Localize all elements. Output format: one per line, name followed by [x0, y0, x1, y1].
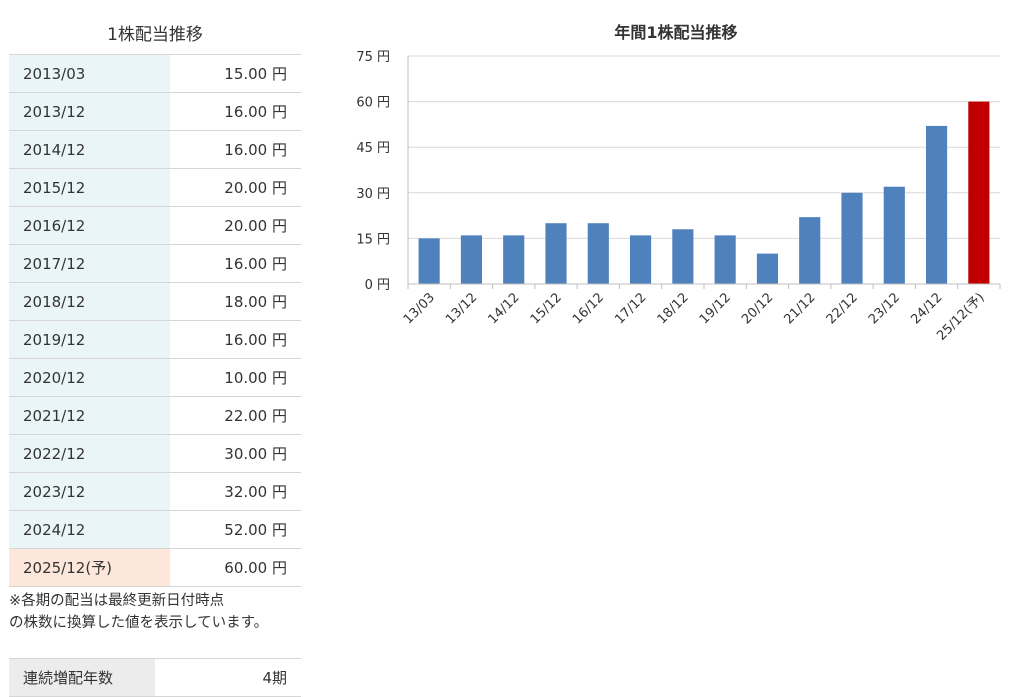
table-row: 2013/12 16.00 円 [9, 92, 301, 131]
table-row: 2023/12 32.00 円 [9, 472, 301, 511]
x-tick-label: 16/12 [570, 290, 607, 327]
bar [714, 235, 736, 284]
streak-row: 連続増配年数 4期 [9, 658, 301, 697]
x-tick-label: 13/12 [443, 290, 480, 327]
note-line-2: の株数に換算した値を表示しています。 [9, 615, 269, 631]
note-line-1: ※各期の配当は最終更新日付時点 [9, 593, 225, 609]
chart-title: 年間1株配当推移 [614, 23, 737, 42]
bar [883, 186, 905, 284]
streak-value: 4期 [155, 658, 301, 697]
streak-label: 連続増配年数 [9, 658, 155, 697]
amount-cell: 16.00 円 [170, 130, 301, 169]
amount-cell: 16.00 円 [170, 244, 301, 283]
amount-cell: 22.00 円 [170, 396, 301, 435]
period-cell: 2024/12 [9, 510, 170, 549]
amount-cell: 16.00 円 [170, 92, 301, 131]
table-row: 2017/12 16.00 円 [9, 244, 301, 283]
amount-cell: 10.00 円 [170, 358, 301, 397]
bar [968, 101, 990, 284]
bar [841, 192, 863, 284]
amount-cell: 20.00 円 [170, 168, 301, 207]
x-tick-label: 23/12 [866, 290, 903, 327]
period-cell: 2017/12 [9, 244, 170, 283]
bar [503, 235, 525, 284]
bar [587, 223, 609, 284]
table-row: 2024/12 52.00 円 [9, 510, 301, 549]
table-row: 2018/12 18.00 円 [9, 282, 301, 321]
chart-svg: 年間1株配当推移 0 円 15 円 30 円 45 円 60 円 75 円 13/03 13/1… [356, 23, 1001, 344]
table-row: 2013/03 15.00 円 [9, 54, 301, 93]
table-row: 2019/12 16.00 円 [9, 320, 301, 359]
period-cell: 2020/12 [9, 358, 170, 397]
table-row: 2022/12 30.00 円 [9, 434, 301, 473]
period-cell: 2025/12(予) [9, 548, 170, 587]
amount-cell: 32.00 円 [170, 472, 301, 511]
amount-cell: 30.00 円 [170, 434, 301, 473]
dividend-table-panel: 1株配当推移 2013/03 15.00 円 2013/12 16.00 円 2014/… [9, 16, 301, 697]
y-tick-label: 45 円 [356, 141, 390, 156]
x-tick-label: 20/12 [739, 290, 776, 327]
period-cell: 2022/12 [9, 434, 170, 473]
table-row: 2021/12 22.00 円 [9, 396, 301, 435]
y-tick-label: 0 円 [365, 278, 390, 293]
period-cell: 2013/12 [9, 92, 170, 131]
table-row: 2015/12 20.00 円 [9, 168, 301, 207]
period-cell: 2014/12 [9, 130, 170, 169]
bar [926, 125, 948, 284]
amount-cell: 52.00 円 [170, 510, 301, 549]
x-tick-label: 21/12 [781, 290, 818, 327]
y-tick-label: 60 円 [356, 96, 390, 111]
note-text: ※各期の配当は最終更新日付時点 の株数に換算した値を表示しています。 [9, 590, 301, 634]
period-cell: 2016/12 [9, 206, 170, 245]
amount-cell: 16.00 円 [170, 320, 301, 359]
bar [418, 238, 440, 284]
bar [756, 253, 778, 284]
x-tick-label: 13/03 [401, 290, 438, 327]
period-cell: 2018/12 [9, 282, 170, 321]
table-row: 2016/12 20.00 円 [9, 206, 301, 245]
amount-cell: 15.00 円 [170, 54, 301, 93]
bar [799, 217, 821, 284]
x-tick-label: 24/12 [908, 290, 945, 327]
table-row: 2014/12 16.00 円 [9, 130, 301, 169]
period-cell: 2021/12 [9, 396, 170, 435]
amount-cell: 18.00 円 [170, 282, 301, 321]
y-tick-label: 15 円 [356, 232, 390, 247]
table-row: 2020/12 10.00 円 [9, 358, 301, 397]
x-tick-label: 14/12 [485, 290, 522, 327]
period-cell: 2015/12 [9, 168, 170, 207]
x-tick-label: 15/12 [528, 290, 565, 327]
bar [630, 235, 652, 284]
x-tick-label: 18/12 [655, 290, 692, 327]
bar [672, 229, 694, 284]
dividend-chart: 年間1株配当推移 0 円 15 円 30 円 45 円 60 円 75 円 13/03 13/1… [330, 14, 1020, 374]
x-tick-label: 17/12 [612, 290, 649, 327]
period-cell: 2013/03 [9, 54, 170, 93]
dividend-table: 2013/03 15.00 円 2013/12 16.00 円 2014/12 16.00… [9, 54, 301, 587]
period-cell: 2019/12 [9, 320, 170, 359]
y-tick-label: 30 円 [356, 187, 390, 202]
streak-table: 連続増配年数 4期 [9, 658, 301, 697]
table-title: 1株配当推移 [107, 25, 203, 45]
amount-cell: 60.00 円 [170, 548, 301, 587]
y-tick-label: 75 円 [356, 50, 390, 65]
x-tick-label: 22/12 [824, 290, 861, 327]
bar [460, 235, 482, 284]
amount-cell: 20.00 円 [170, 206, 301, 245]
table-row: 2025/12(予) 60.00 円 [9, 548, 301, 587]
bar [545, 223, 567, 284]
period-cell: 2023/12 [9, 472, 170, 511]
x-tick-label: 19/12 [697, 290, 734, 327]
